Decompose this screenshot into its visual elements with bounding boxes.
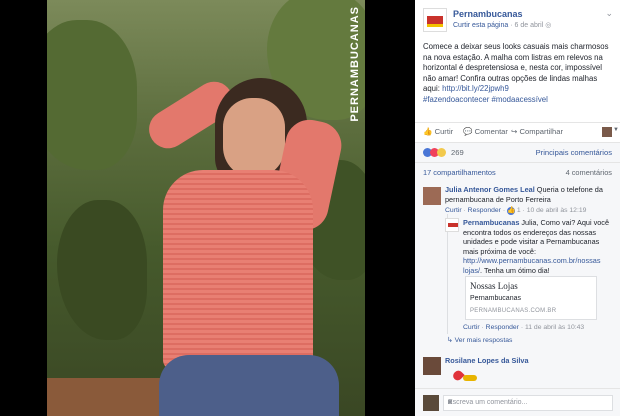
caret-down-icon[interactable]: ▼: [613, 127, 619, 133]
reply-meta: Curtir · Responder · 11 de abril às 10:4…: [463, 324, 585, 331]
comment-like-link[interactable]: Curtir: [445, 207, 462, 214]
like-page-link[interactable]: Curtir esta página: [453, 22, 508, 29]
avatar[interactable]: [423, 395, 439, 411]
share-button[interactable]: ↪ Compartilhar: [511, 127, 563, 136]
like-label: Curtir: [434, 127, 454, 136]
comment-icon: 💬: [463, 127, 473, 136]
post-link[interactable]: http://bit.ly/22jpwh9: [442, 84, 509, 93]
post-meta: Curtir esta página · 6 de abril ◎: [453, 21, 551, 29]
logo-shape: [448, 223, 458, 227]
comment-label: Comentar: [474, 127, 508, 136]
post-hashtags[interactable]: #fazendoacontecer #modaacessível: [423, 95, 548, 104]
bench: [47, 378, 167, 416]
comment-time[interactable]: 10 de abril às 12:19: [527, 207, 587, 214]
comment-author[interactable]: Rosilane Lopes da Silva: [445, 356, 529, 365]
like-button[interactable]: 👍 Curtir: [423, 127, 453, 136]
page-avatar-small[interactable]: [445, 218, 459, 232]
reactions-bar: 269 Principais comentários: [415, 142, 620, 162]
logo-shape: [427, 24, 443, 27]
comment-like-count[interactable]: 1: [517, 207, 521, 214]
share-icon: ↪: [511, 127, 518, 136]
post-header: Pernambucanas Curtir esta página · 6 de …: [423, 8, 613, 34]
reply-text-end: . Tenha um ótimo dia!: [480, 265, 550, 275]
like-reaction-icon: 👍: [506, 207, 516, 215]
leaf-shape: [57, 200, 147, 340]
reply-time[interactable]: 11 de abril às 10:43: [525, 324, 584, 331]
post-side-panel: Pernambucanas Curtir esta página · 6 de …: [415, 0, 620, 416]
reply-body: Pernambucanas Julia, Como vai? Aqui você…: [463, 218, 615, 275]
comment-composer: Escreva um comentário... ◙: [415, 388, 620, 416]
reaction-count[interactable]: 269: [451, 148, 464, 157]
comment-body: Rosilane Lopes da Silva: [445, 356, 613, 366]
brand-watermark: PERNAMBUCANAS: [349, 6, 361, 122]
woman-sweater: [163, 170, 313, 370]
view-more-replies-link[interactable]: Ver mais respostas: [455, 337, 513, 344]
sticker-image: [451, 368, 477, 383]
avatar[interactable]: [602, 127, 612, 137]
chevron-down-icon[interactable]: ⌄: [605, 8, 613, 19]
leaf-shape: [47, 20, 137, 170]
page-avatar[interactable]: [423, 8, 447, 32]
reply-arrow-icon: ↳: [447, 337, 453, 344]
reply-like-link[interactable]: Curtir: [463, 324, 480, 331]
sticker-shape: [463, 375, 477, 381]
woman-jeans: [159, 355, 339, 416]
link-preview-url: PERNAMBUCANAS.COM.BR: [470, 308, 557, 314]
thumbs-up-icon: 👍: [423, 127, 433, 136]
reply-thread-line: [447, 214, 448, 334]
post-actions: 👍 Curtir 💬 Comentar ↪ Compartilhar ▼: [415, 122, 620, 142]
share-label: Compartilhar: [519, 127, 563, 136]
reply-author[interactable]: Pernambucanas: [463, 218, 519, 227]
comment-button[interactable]: 💬 Comentar: [463, 127, 508, 136]
logo-shape: [427, 16, 443, 24]
shares-link[interactable]: 17 compartilhamentos: [423, 168, 496, 177]
woman-face: [223, 98, 285, 178]
camera-icon[interactable]: ◙: [448, 399, 608, 406]
globe-icon: ◎: [545, 22, 552, 29]
comment-meta: Curtir · Responder · 👍 1 · 10 de abril à…: [445, 207, 587, 215]
comments-count[interactable]: 4 comentários: [566, 168, 612, 177]
post-date[interactable]: 6 de abril: [515, 22, 544, 29]
link-preview-subtitle: Pernambucanas: [470, 295, 521, 302]
link-preview-title: Nossas Lojas: [470, 281, 518, 291]
comment-body: Julia Antenor Gomes Leal Queria o telefo…: [445, 185, 613, 204]
wow-reaction-icon[interactable]: [437, 148, 446, 157]
comments-section: Julia Antenor Gomes Leal Queria o telefo…: [415, 180, 620, 416]
comment-sort-dropdown[interactable]: Principais comentários: [536, 148, 612, 157]
reply-reply-link[interactable]: Responder: [486, 324, 519, 331]
avatar[interactable]: [423, 187, 441, 205]
link-preview-card[interactable]: Nossas Lojas Pernambucanas PERNAMBUCANAS…: [465, 276, 597, 320]
facebook-photo-viewer: PERNAMBUCANAS Pernambucanas Curtir esta …: [0, 0, 620, 416]
view-more-replies[interactable]: ↳ Ver mais respostas: [447, 336, 512, 344]
shares-bar: 17 compartilhamentos 4 comentários: [415, 162, 620, 180]
post-photo[interactable]: PERNAMBUCANAS: [47, 0, 365, 416]
comment-author[interactable]: Julia Antenor Gomes Leal: [445, 185, 535, 194]
post-text: Comece a deixar seus looks casuais mais …: [423, 42, 609, 105]
comment-reply-link[interactable]: Responder: [468, 207, 501, 214]
avatar[interactable]: [423, 357, 441, 375]
comment-input[interactable]: Escreva um comentário... ◙: [443, 395, 613, 411]
page-name-link[interactable]: Pernambucanas: [453, 9, 523, 19]
